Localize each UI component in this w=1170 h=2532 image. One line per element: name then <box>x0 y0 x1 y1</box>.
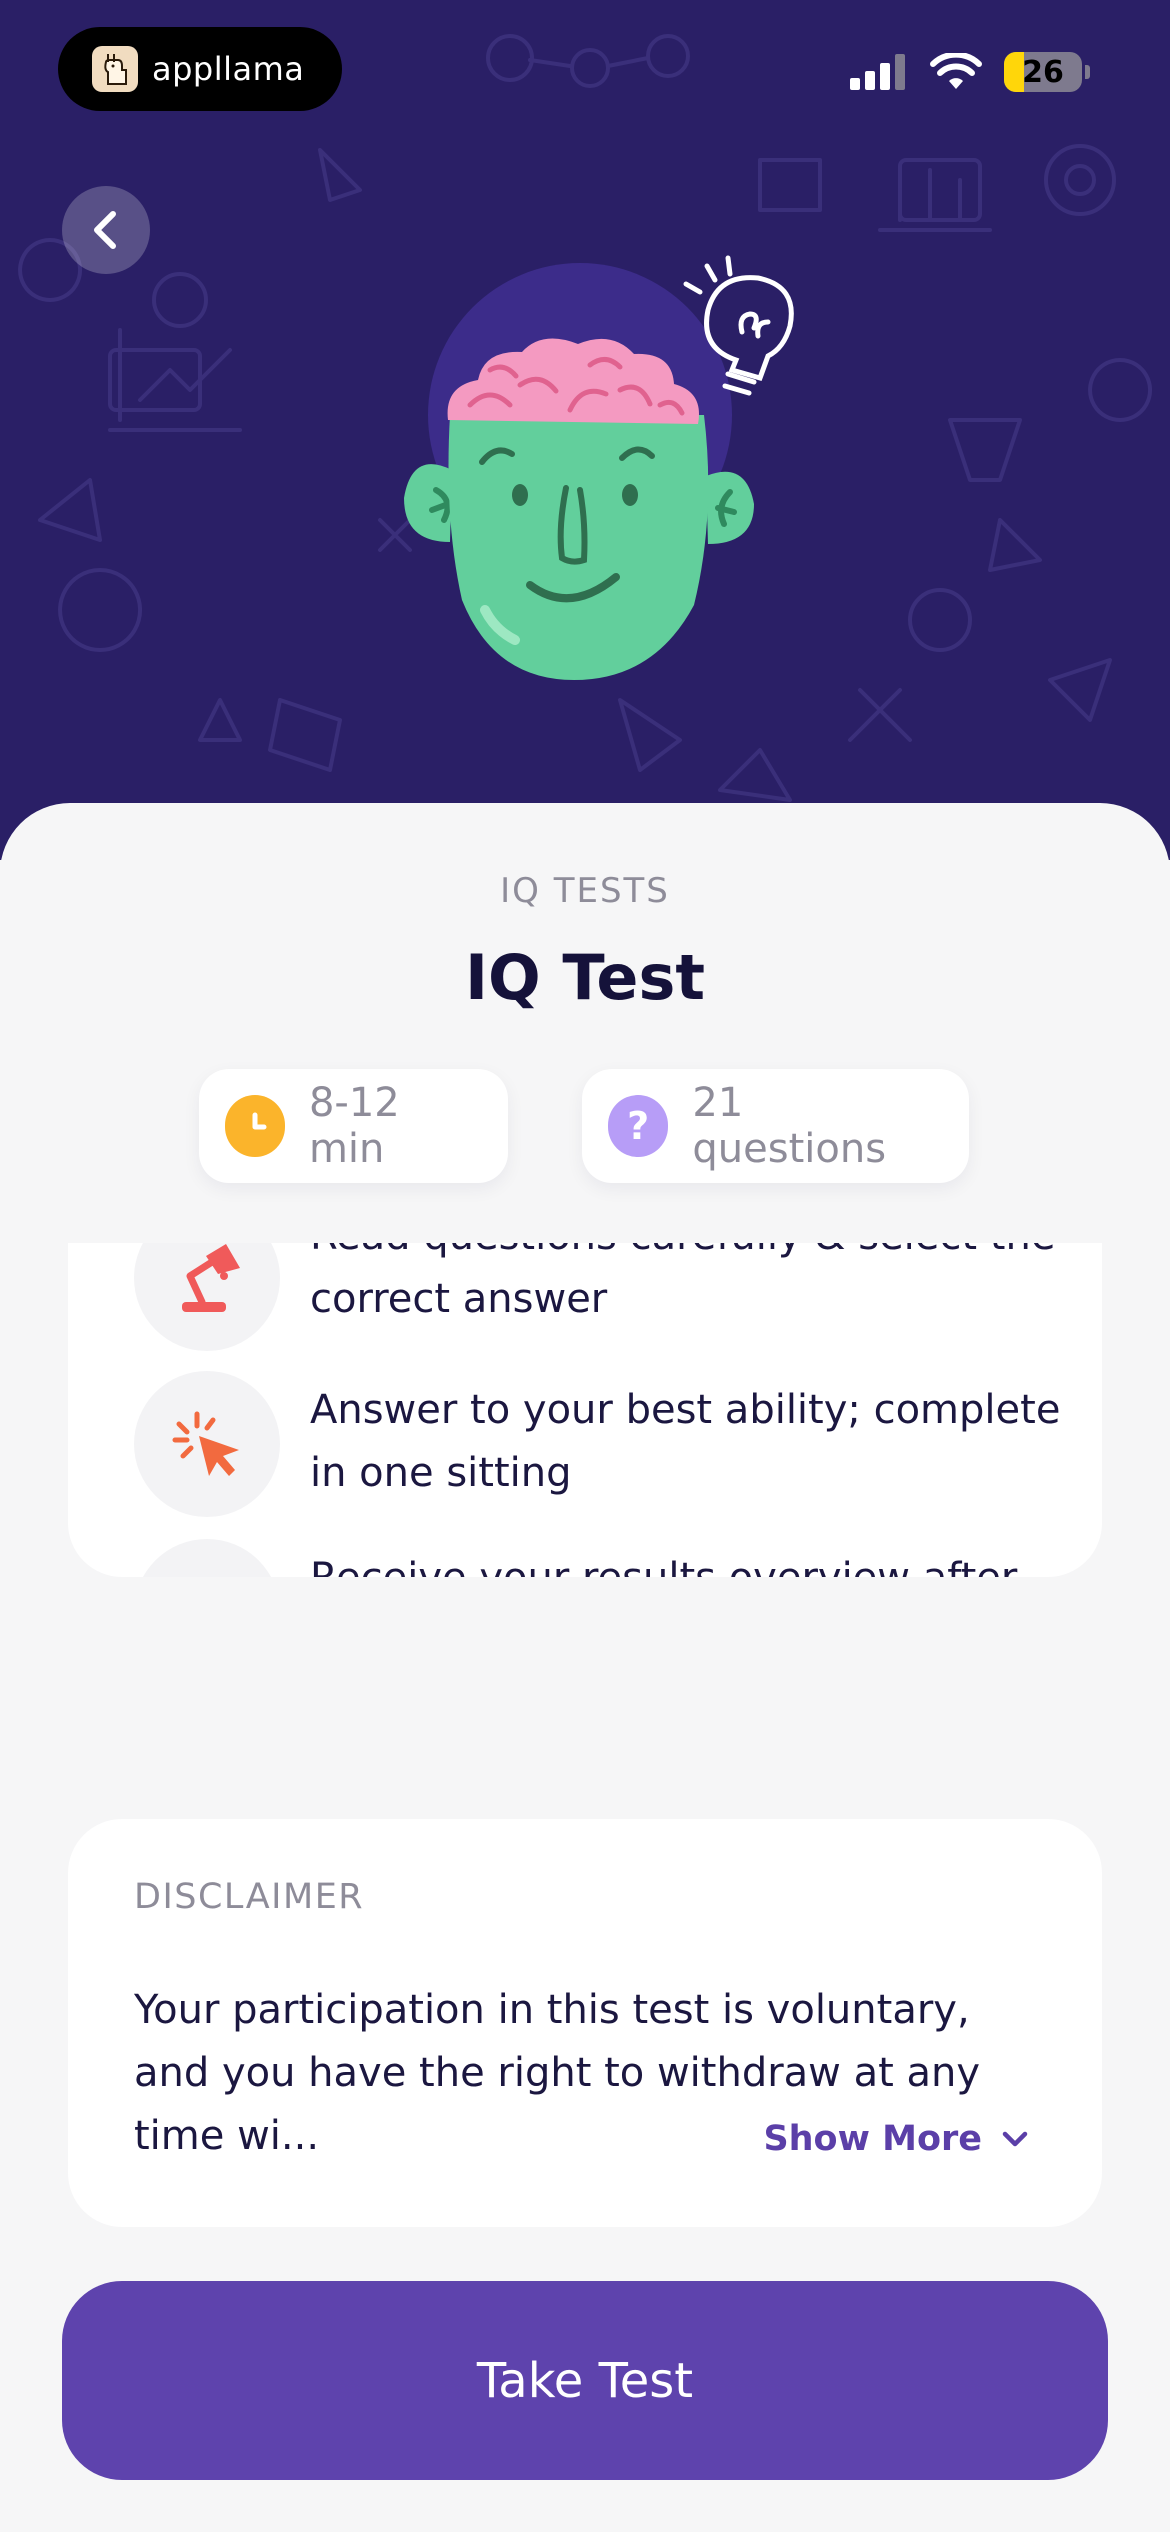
wifi-icon <box>930 53 982 89</box>
desk-lamp-icon <box>134 1243 280 1351</box>
take-test-button[interactable]: Take Test <box>62 2281 1108 2480</box>
brand-name: appllama <box>152 50 305 88</box>
instruction-text: Receive your results overview after fini… <box>310 1547 1070 1577</box>
test-details-sheet: IQ TESTS IQ Test 8-12 min ? 21 questions <box>0 803 1170 2532</box>
chevron-down-icon <box>1002 2131 1028 2147</box>
show-more-button[interactable]: Show More <box>763 2119 1028 2159</box>
questions-chip: ? 21 questions <box>582 1069 969 1183</box>
clock-icon <box>225 1095 285 1157</box>
brain-head-illustration <box>404 255 794 680</box>
podium-star-icon <box>134 1539 280 1577</box>
status-icons: 26 <box>850 52 1090 92</box>
chevron-left-icon <box>94 211 116 249</box>
signal-icon <box>850 54 905 90</box>
battery-level: 26 <box>1022 54 1064 90</box>
duration-label: 8-12 min <box>308 1080 400 1172</box>
hero-banner: appllama 26 <box>0 0 1170 860</box>
instruction-text: Read questions carefully & select the co… <box>310 1243 1055 1322</box>
instructions-card: Read questions carefully & select the co… <box>68 1243 1102 1577</box>
battery-icon: 26 <box>1004 52 1082 92</box>
screen-recorder-pill: appllama <box>58 27 342 111</box>
duration-chip: 8-12 min <box>199 1069 508 1183</box>
test-category: IQ TESTS <box>500 871 670 911</box>
instruction-text: Answer to your best ability; complete in… <box>310 1387 1061 1496</box>
disclaimer-label: DISCLAIMER <box>134 1877 365 1917</box>
disclaimer-card: DISCLAIMER Your participation in this te… <box>68 1819 1102 2227</box>
page-title: IQ Test <box>464 941 705 1014</box>
question-mark-icon: ? <box>608 1095 669 1157</box>
take-test-label: Take Test <box>476 2352 694 2409</box>
llama-logo-icon <box>92 46 138 92</box>
questions-label: 21 questions <box>692 1080 887 1172</box>
back-button[interactable] <box>62 186 150 274</box>
show-more-label: Show More <box>763 2119 982 2159</box>
cursor-click-icon <box>134 1371 280 1517</box>
